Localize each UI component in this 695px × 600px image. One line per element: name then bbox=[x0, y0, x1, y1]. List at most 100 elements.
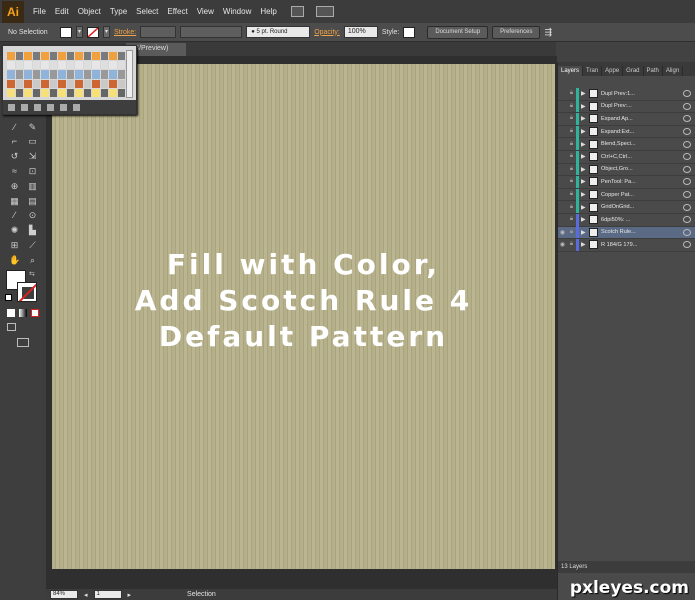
layer-row[interactable]: 🔒︎ ▶ PenTool: Pa... bbox=[558, 175, 695, 189]
pattern-swatch[interactable] bbox=[92, 79, 100, 88]
target-circle-icon[interactable] bbox=[683, 153, 691, 161]
expand-triangle-icon[interactable]: ▶ bbox=[581, 178, 589, 185]
pattern-swatch[interactable] bbox=[117, 61, 125, 70]
bridge-icon[interactable] bbox=[290, 6, 304, 17]
pattern-swatch[interactable] bbox=[58, 70, 66, 79]
pattern-swatch[interactable] bbox=[92, 70, 100, 79]
fill-swatch[interactable] bbox=[60, 26, 72, 38]
pattern-swatch[interactable] bbox=[41, 70, 49, 79]
gradient-mode-icon[interactable] bbox=[19, 309, 27, 317]
layer-name[interactable]: Expand Ap... bbox=[601, 116, 683, 122]
next-artboard-icon[interactable]: ▸ bbox=[128, 591, 132, 599]
free-transform-icon[interactable]: ⊡ bbox=[27, 167, 38, 176]
stroke-label[interactable]: Stroke: bbox=[114, 29, 136, 36]
target-circle-icon[interactable] bbox=[683, 191, 691, 199]
brush-definition[interactable]: ● 5 pt. Round bbox=[246, 26, 311, 38]
pattern-swatch[interactable] bbox=[66, 88, 74, 97]
layer-row[interactable]: 🔒︎ ▶ GridOnGrid... bbox=[558, 201, 695, 214]
lock-icon[interactable]: 🔒︎ bbox=[567, 229, 576, 236]
layer-name[interactable]: Object,Gro... bbox=[601, 166, 683, 172]
pattern-swatch[interactable] bbox=[75, 88, 83, 97]
target-circle-icon[interactable] bbox=[683, 115, 691, 123]
tab-pathfinder[interactable]: Path bbox=[644, 66, 663, 76]
lock-icon[interactable]: 🔒︎ bbox=[567, 191, 576, 198]
pattern-swatch[interactable] bbox=[58, 61, 66, 70]
pattern-swatch[interactable] bbox=[58, 88, 66, 97]
column-graph-icon[interactable]: ▙ bbox=[27, 226, 38, 235]
lock-icon[interactable]: 🔒︎ bbox=[567, 216, 576, 223]
pattern-swatch[interactable] bbox=[15, 88, 23, 97]
pattern-swatch[interactable] bbox=[24, 61, 32, 70]
lock-icon[interactable]: 🔒︎ bbox=[567, 103, 576, 110]
layer-row[interactable]: 🔒︎ ▶ Dupl Prev:1... bbox=[558, 87, 695, 101]
visibility-eye-icon[interactable]: ◉ bbox=[558, 241, 567, 248]
expand-triangle-icon[interactable]: ▶ bbox=[581, 153, 589, 160]
swatch-libraries-icon[interactable] bbox=[8, 103, 15, 111]
lock-icon[interactable]: 🔒︎ bbox=[567, 204, 576, 211]
gradient-icon[interactable]: ▤ bbox=[27, 197, 38, 206]
pattern-swatch[interactable] bbox=[49, 88, 57, 97]
layer-row[interactable]: 🔒︎ ▶ Expand:Ext... bbox=[558, 125, 695, 139]
menu-help[interactable]: Help bbox=[260, 7, 276, 16]
pattern-swatch[interactable] bbox=[83, 70, 91, 79]
pattern-swatch[interactable] bbox=[49, 79, 57, 88]
pattern-swatch[interactable] bbox=[58, 52, 66, 61]
menu-view[interactable]: View bbox=[197, 7, 214, 16]
eyedropper-icon[interactable]: ⁄ bbox=[9, 211, 20, 220]
canvas-area[interactable]: Fill with Color, Add Scotch Rule 4 Defau… bbox=[46, 56, 557, 589]
layer-row[interactable]: 🔒︎ ▶ Blend,Speci... bbox=[558, 138, 695, 151]
preferences-button[interactable]: Preferences bbox=[492, 25, 541, 39]
pattern-swatch[interactable] bbox=[41, 79, 49, 88]
pattern-swatch[interactable] bbox=[75, 52, 83, 61]
tab-transparency[interactable]: Tran bbox=[583, 66, 603, 76]
expand-triangle-icon[interactable]: ▶ bbox=[581, 90, 589, 97]
blend-icon[interactable]: ⊙ bbox=[27, 211, 38, 220]
lock-icon[interactable]: 🔒︎ bbox=[567, 178, 576, 185]
pattern-swatch[interactable] bbox=[66, 79, 74, 88]
menu-effect[interactable]: Effect bbox=[167, 7, 187, 16]
stroke-weight-field[interactable] bbox=[140, 26, 177, 38]
tab-gradient[interactable]: Grad bbox=[623, 66, 644, 76]
pattern-swatch[interactable] bbox=[75, 70, 83, 79]
graphic-style-swatch[interactable] bbox=[403, 26, 416, 38]
paintbrush-icon[interactable]: ∕ bbox=[9, 123, 20, 132]
prev-artboard-icon[interactable]: ◂ bbox=[84, 591, 88, 599]
variable-width-profile[interactable] bbox=[180, 26, 243, 38]
pattern-swatch[interactable] bbox=[100, 52, 108, 61]
target-circle-icon[interactable] bbox=[683, 241, 691, 249]
target-circle-icon[interactable] bbox=[683, 178, 691, 186]
layer-row[interactable]: 🔒︎ ▶ Expand Ap... bbox=[558, 112, 695, 126]
pattern-swatch[interactable] bbox=[24, 88, 32, 97]
draw-normal-icon[interactable] bbox=[7, 323, 16, 331]
pattern-swatch[interactable] bbox=[32, 52, 40, 61]
new-color-group-icon[interactable] bbox=[47, 103, 54, 111]
expand-triangle-icon[interactable]: ▶ bbox=[581, 166, 589, 173]
shape-builder-icon[interactable]: ⊕ bbox=[9, 182, 20, 191]
pattern-swatch[interactable] bbox=[32, 88, 40, 97]
expand-triangle-icon[interactable]: ▶ bbox=[581, 216, 589, 223]
pattern-swatch[interactable] bbox=[32, 79, 40, 88]
tab-layers[interactable]: Layers bbox=[558, 66, 584, 76]
layer-name[interactable]: Dupl Prev:... bbox=[601, 103, 683, 109]
pattern-swatch[interactable] bbox=[100, 88, 108, 97]
pattern-swatch[interactable] bbox=[24, 79, 32, 88]
pattern-swatch[interactable] bbox=[7, 88, 15, 97]
zoom-icon[interactable]: ⌕ bbox=[27, 256, 38, 265]
pattern-swatch[interactable] bbox=[109, 79, 117, 88]
lock-icon[interactable]: 🔒︎ bbox=[567, 166, 576, 173]
hand-icon[interactable]: ✋ bbox=[9, 256, 20, 265]
target-circle-icon[interactable] bbox=[683, 140, 691, 148]
new-swatch-icon[interactable] bbox=[60, 103, 67, 111]
menu-select[interactable]: Select bbox=[136, 7, 158, 16]
color-mode-icon[interactable] bbox=[7, 309, 15, 317]
pattern-swatch[interactable] bbox=[41, 61, 49, 70]
pattern-swatch[interactable] bbox=[75, 79, 83, 88]
opacity-field[interactable]: 100% bbox=[343, 26, 378, 38]
document-setup-button[interactable]: Document Setup bbox=[427, 25, 489, 39]
layer-name[interactable]: Ctrl+C,Ctrl... bbox=[601, 154, 683, 160]
pattern-swatch[interactable] bbox=[32, 61, 40, 70]
pattern-swatch[interactable] bbox=[100, 79, 108, 88]
pattern-swatch[interactable] bbox=[83, 88, 91, 97]
menu-window[interactable]: Window bbox=[223, 7, 251, 16]
show-kinds-icon[interactable] bbox=[21, 103, 28, 111]
